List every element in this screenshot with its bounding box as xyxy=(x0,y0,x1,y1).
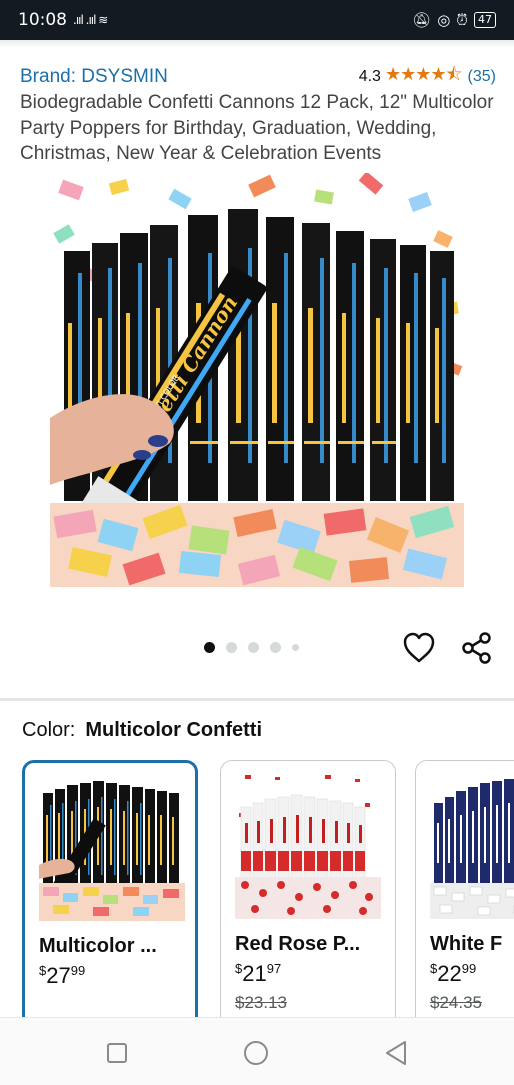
color-option-multicolor[interactable]: Multicolor ... $2799 xyxy=(22,760,198,1030)
price-whole: 22 xyxy=(437,961,462,986)
recents-button[interactable] xyxy=(102,1038,132,1068)
swatch-list-price: $23.13 xyxy=(235,993,287,1012)
carousel-dot[interactable] xyxy=(292,644,299,651)
swatch-image xyxy=(235,773,381,919)
color-option-red-rose[interactable]: Red Rose P... $2197 $23.13 xyxy=(220,760,396,1030)
swatch-price: $2299 xyxy=(430,961,476,987)
price-whole: 27 xyxy=(46,963,71,988)
battery-icon: 47 xyxy=(474,12,496,28)
carousel-dot[interactable] xyxy=(204,642,215,653)
signal-icon: .ııl .ııl ≋ xyxy=(73,13,108,27)
price-whole: 21 xyxy=(242,961,267,986)
product-photo: Confetti Cannon MULTI COLOR xyxy=(50,173,464,587)
carousel-dot[interactable] xyxy=(248,642,259,653)
status-time: 10:08 xyxy=(18,10,67,30)
color-label: Color: xyxy=(22,719,76,741)
carousel-dot[interactable] xyxy=(270,642,281,653)
swatch-price: $2799 xyxy=(39,963,85,989)
swatch-list-price: $24.35 xyxy=(430,993,482,1012)
swatch-name: Red Rose P... xyxy=(235,933,361,955)
data-saver-icon: ◎ xyxy=(437,11,451,29)
price-fraction: 99 xyxy=(70,963,86,978)
section-divider xyxy=(0,698,514,701)
system-nav-bar xyxy=(0,1017,514,1085)
wishlist-button[interactable] xyxy=(402,630,436,666)
swatch-image xyxy=(430,773,514,919)
home-button[interactable] xyxy=(241,1038,271,1068)
status-bar: 10:08 .ııl .ııl ≋ 🔕︎ ◎ ⏰︎ 47 xyxy=(0,0,514,40)
rating-value: 4.3 xyxy=(358,68,381,85)
color-selector-label: Color: Multicolor Confetti xyxy=(22,719,262,742)
top-shadow xyxy=(0,40,514,48)
rating-summary[interactable]: 4.3 ★★★★⯪ (35) xyxy=(359,62,496,92)
star-rating-icon: ★★★★⯪ xyxy=(384,64,463,84)
swatch-name: Multicolor ... xyxy=(39,935,157,957)
carousel-dot[interactable] xyxy=(226,642,237,653)
product-title: Biodegradable Confetti Cannons 12 Pack, … xyxy=(20,92,494,164)
carousel-dots[interactable] xyxy=(204,642,299,653)
share-icon xyxy=(462,632,491,664)
swatch-name: White F xyxy=(430,933,503,955)
price-fraction: 99 xyxy=(461,961,477,976)
home-icon xyxy=(244,1041,268,1065)
mute-icon: 🔕︎ xyxy=(412,11,432,29)
recents-icon xyxy=(107,1043,127,1063)
color-option-white[interactable]: White F $2299 $24.35 xyxy=(415,760,514,1030)
heart-icon xyxy=(403,632,435,663)
share-button[interactable] xyxy=(459,630,495,666)
brand-link[interactable]: Brand: DSYSMIN xyxy=(20,66,168,88)
back-icon xyxy=(386,1041,406,1065)
confetti-pile xyxy=(50,503,464,587)
price-fraction: 97 xyxy=(266,961,282,976)
swatch-image xyxy=(39,775,185,921)
product-image[interactable]: Confetti Cannon MULTI COLOR xyxy=(50,173,464,587)
back-button[interactable] xyxy=(381,1038,411,1068)
brand-row: Brand: DSYSMIN 4.3 ★★★★⯪ (35) xyxy=(20,64,496,90)
alarm-icon: ⏰︎ xyxy=(456,11,468,29)
color-selected-value: Multicolor Confetti xyxy=(85,719,262,741)
swatch-price: $2197 xyxy=(235,961,281,987)
rating-count[interactable]: (35) xyxy=(468,68,496,86)
status-icons: 🔕︎ ◎ ⏰︎ 47 xyxy=(412,11,496,29)
